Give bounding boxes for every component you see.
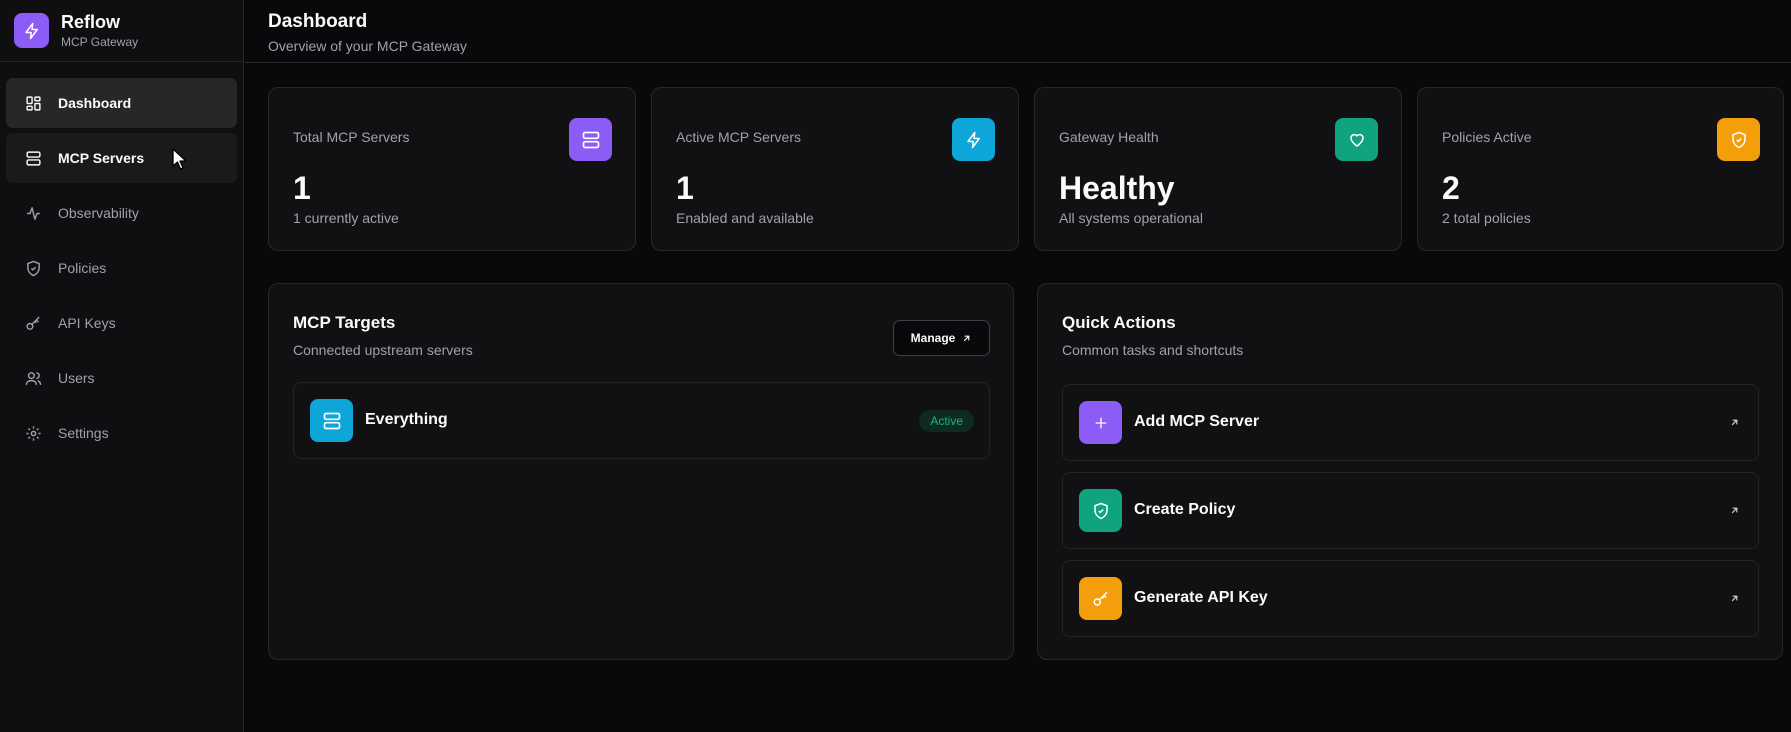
sidebar-item-api-keys[interactable]: API Keys xyxy=(6,298,237,348)
sidebar-item-users[interactable]: Users xyxy=(6,353,237,403)
key-icon xyxy=(26,316,40,330)
action-label: Add MCP Server xyxy=(1134,413,1260,430)
stat-desc: All systems operational xyxy=(1059,210,1203,226)
key-icon xyxy=(1079,577,1122,620)
stat-value: 1 xyxy=(293,170,311,206)
stat-desc: 2 total policies xyxy=(1442,210,1531,226)
panel-subtitle: Connected upstream servers xyxy=(293,342,473,358)
stat-label: Total MCP Servers xyxy=(293,129,410,145)
sidebar-item-observability[interactable]: Observability xyxy=(6,188,237,238)
sidebar-nav: Dashboard MCP Servers Observability Poli… xyxy=(0,62,243,458)
panel-title: Quick Actions xyxy=(1062,313,1176,332)
server-icon xyxy=(569,118,612,161)
quick-actions-panel: Quick Actions Common tasks and shortcuts… xyxy=(1037,283,1783,660)
create-policy-button[interactable]: Create Policy xyxy=(1062,472,1759,549)
sidebar-item-label: Observability xyxy=(58,205,139,221)
brand-subtitle: MCP Gateway xyxy=(61,35,139,49)
shield-icon xyxy=(1717,118,1760,161)
sidebar-item-label: API Keys xyxy=(58,315,116,331)
page-header: Dashboard Overview of your MCP Gateway xyxy=(245,0,1791,63)
stat-card-active-servers: Active MCP Servers 1 Enabled and availab… xyxy=(651,87,1019,251)
generate-api-key-button[interactable]: Generate API Key xyxy=(1062,560,1759,637)
panel-title: MCP Targets xyxy=(293,313,396,332)
sidebar-item-mcp-servers[interactable]: MCP Servers xyxy=(6,133,237,183)
sidebar-item-dashboard[interactable]: Dashboard xyxy=(6,78,237,128)
shield-icon xyxy=(27,260,40,276)
stat-value: 2 xyxy=(1442,170,1460,206)
mcp-targets-panel: MCP Targets Connected upstream servers M… xyxy=(268,283,1014,660)
add-mcp-server-button[interactable]: Add MCP Server xyxy=(1062,384,1759,461)
heart-icon xyxy=(1335,118,1378,161)
stat-desc: 1 currently active xyxy=(293,210,399,226)
page-subtitle: Overview of your MCP Gateway xyxy=(268,38,467,54)
target-row[interactable]: Everything Active xyxy=(293,382,990,459)
stat-card-policies-active: Policies Active 2 2 total policies xyxy=(1417,87,1784,251)
sidebar: Reflow MCP Gateway Dashboard MCP Servers… xyxy=(0,0,244,732)
action-label: Generate API Key xyxy=(1134,589,1268,606)
sidebar-item-label: Dashboard xyxy=(58,95,132,111)
stat-value: 1 xyxy=(676,170,694,206)
stat-card-total-servers: Total MCP Servers 1 1 currently active xyxy=(268,87,636,251)
brand-name: Reflow xyxy=(61,12,121,32)
sidebar-item-settings[interactable]: Settings xyxy=(6,408,237,458)
brand[interactable]: Reflow MCP Gateway xyxy=(0,0,243,62)
manage-button-label: Manage xyxy=(910,331,956,345)
stat-desc: Enabled and available xyxy=(676,210,814,226)
stat-card-gateway-health: Gateway Health Healthy All systems opera… xyxy=(1034,87,1402,251)
panel-subtitle: Common tasks and shortcuts xyxy=(1062,342,1244,358)
manage-button[interactable]: Manage xyxy=(893,320,990,356)
gear-icon xyxy=(26,425,41,441)
stat-value: Healthy xyxy=(1059,170,1175,206)
external-arrow-icon xyxy=(1731,507,1738,514)
sidebar-item-label: MCP Servers xyxy=(58,150,145,166)
external-arrow-icon xyxy=(964,335,970,341)
activity-icon xyxy=(27,206,40,220)
stat-label: Gateway Health xyxy=(1059,129,1159,145)
external-arrow-icon xyxy=(1731,419,1738,426)
server-icon xyxy=(26,150,41,166)
server-icon xyxy=(310,399,353,442)
page-title: Dashboard xyxy=(268,11,368,32)
mouse-cursor-icon xyxy=(172,148,187,170)
sidebar-item-label: Settings xyxy=(58,425,109,441)
sidebar-item-policies[interactable]: Policies xyxy=(6,243,237,293)
dashboard-icon xyxy=(26,95,41,111)
stat-label: Active MCP Servers xyxy=(676,129,801,145)
stat-label: Policies Active xyxy=(1442,129,1532,145)
status-badge: Active xyxy=(919,410,974,432)
target-name: Everything xyxy=(365,411,448,428)
users-icon xyxy=(25,371,42,385)
sidebar-item-label: Policies xyxy=(58,260,107,276)
action-label: Create Policy xyxy=(1134,501,1236,518)
external-arrow-icon xyxy=(1731,595,1738,602)
lightning-icon xyxy=(14,13,49,48)
sidebar-item-label: Users xyxy=(58,370,95,386)
lightning-icon xyxy=(952,118,995,161)
plus-icon xyxy=(1079,401,1122,444)
shield-icon xyxy=(1079,489,1122,532)
